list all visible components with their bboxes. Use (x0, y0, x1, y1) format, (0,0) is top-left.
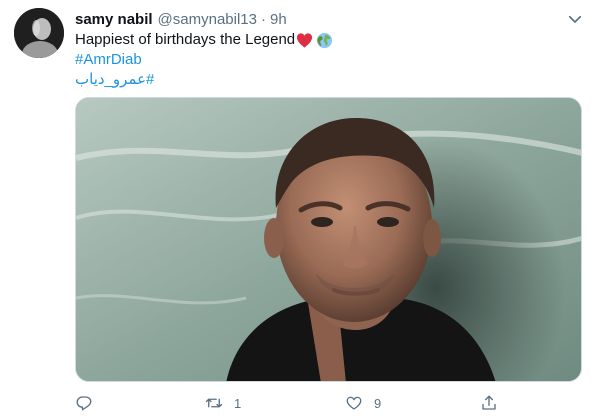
author-name[interactable]: samy nabil (75, 11, 153, 28)
hashtag-line: #عمرو_دياب (75, 70, 333, 90)
red-heart-icon (297, 32, 313, 48)
reply-button[interactable] (75, 390, 104, 416)
tweet-text: Happiest of birthdays the Legend #AmrDia… (75, 30, 333, 90)
tweet-media[interactable] (75, 97, 582, 382)
like-count: 9 (374, 395, 382, 411)
share-button[interactable] (480, 390, 498, 416)
tweet-text-content: Happiest of birthdays the Legend (75, 31, 296, 48)
tweet-text-line: Happiest of birthdays the Legend (75, 30, 333, 50)
hashtag-amrdiab[interactable]: #AmrDiab (75, 50, 142, 70)
like-icon (346, 396, 362, 410)
author-handle[interactable]: @samynabil13 (158, 11, 257, 28)
retweet-button[interactable]: 1 (205, 390, 241, 416)
hashtag-line: #AmrDiab (75, 50, 333, 70)
tweet[interactable]: samy nabil @samynabil13 · 9h Happiest of… (0, 0, 598, 420)
reply-icon (76, 396, 92, 411)
like-button[interactable]: 9 (345, 390, 381, 416)
tweet-actions: 1 9 (75, 390, 505, 416)
avatar[interactable] (14, 8, 64, 58)
retweet-count: 1 (234, 395, 242, 411)
avatar-image (14, 8, 64, 58)
tweet-header: samy nabil @samynabil13 · 9h (75, 10, 287, 28)
photo-portrait (76, 98, 581, 381)
globe-icon (317, 32, 333, 48)
separator-dot: · (261, 10, 266, 28)
more-caret-icon[interactable] (566, 10, 584, 28)
share-icon (482, 395, 496, 410)
hashtag-arabic[interactable]: #عمرو_دياب (75, 70, 154, 90)
timestamp[interactable]: 9h (270, 11, 287, 28)
retweet-icon (205, 398, 223, 408)
